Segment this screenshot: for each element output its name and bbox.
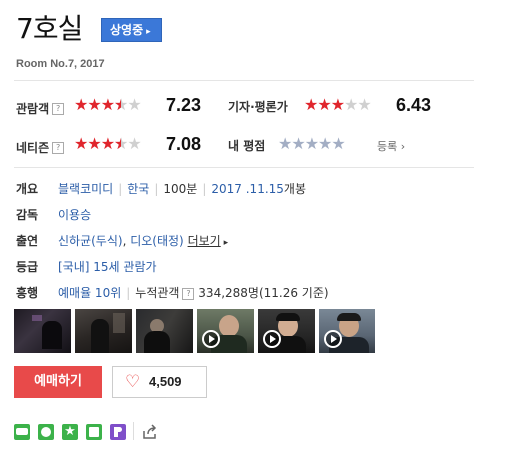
line-icon[interactable]	[86, 424, 102, 440]
netizen-score: 7.08	[166, 134, 202, 154]
divider	[14, 167, 474, 168]
director-link[interactable]: 이용승	[58, 206, 91, 223]
still-thumbnail[interactable]	[14, 309, 71, 353]
divider	[14, 80, 474, 81]
my-rating-stars[interactable]: ★★★★★	[278, 135, 346, 153]
like-count: 4,509	[149, 374, 182, 389]
critics-score: 6.43	[396, 95, 432, 115]
help-icon[interactable]: ?	[52, 102, 65, 115]
divider	[133, 422, 134, 440]
play-icon[interactable]	[202, 330, 220, 348]
star-share-icon[interactable]: ★	[62, 424, 78, 440]
audience-stars: ★★★★ ★	[74, 96, 142, 115]
like-button[interactable]: ♡ 4,509	[112, 366, 207, 398]
grade-values: [국내] 15세 관람가	[58, 258, 157, 275]
reservation-rank-link[interactable]: 예매율 10위	[58, 286, 121, 300]
help-icon[interactable]: ?	[182, 287, 195, 300]
netizen-rating: 네티즌?	[16, 137, 65, 156]
audience-rating: 관람객?	[16, 98, 65, 117]
boxoffice-values: 예매율 10위 | 누적관객? 334,288명(11.26 기준)	[58, 286, 329, 300]
chevron-right-icon: ▸	[146, 27, 151, 37]
director-label: 감독	[16, 208, 39, 222]
video-thumbnail[interactable]	[197, 309, 254, 353]
cast-label: 출연	[16, 234, 39, 248]
grade-label: 등급	[16, 260, 39, 274]
share-out-icon[interactable]	[142, 424, 158, 440]
status-badge-label: 상영중	[110, 23, 144, 37]
buy-ticket-button[interactable]: 예매하기	[14, 366, 102, 398]
cast-values: 신하균(두식), 디오(태정) 더보기 ▸	[58, 234, 229, 248]
netizen-rating-label: 네티즌	[16, 141, 50, 155]
genre-link[interactable]: 블랙코미디	[58, 182, 113, 196]
country-link[interactable]: 한국	[127, 182, 149, 196]
boxoffice-label: 흥행	[16, 286, 39, 300]
heart-icon: ♡	[125, 372, 141, 392]
my-rating-label: 내 평점	[228, 139, 266, 153]
audience-score: 7.23	[166, 95, 202, 115]
movie-title: 7호실	[16, 12, 83, 45]
overview-label: 개요	[16, 182, 39, 196]
movie-subtitle: Room No.7, 2017	[16, 58, 105, 70]
play-icon[interactable]	[324, 330, 342, 348]
still-thumbnail[interactable]	[75, 309, 132, 353]
runtime: 100분	[163, 182, 198, 196]
critics-rating-label: 기자·평론가	[228, 100, 288, 114]
chevron-right-icon: ▸	[220, 238, 229, 248]
band-icon[interactable]	[38, 424, 54, 440]
release-suffix: 개봉	[283, 182, 307, 196]
overview-values: 블랙코미디 | 한국 | 100분 | 2017 .11.15개봉	[58, 182, 307, 196]
status-badge[interactable]: 상영중 ▸	[101, 18, 162, 42]
critics-stars: ★★★★★	[304, 95, 372, 114]
actor-link[interactable]: 디오(태정)	[130, 234, 184, 248]
chevron-right-icon: ›	[400, 140, 406, 153]
help-icon[interactable]: ?	[52, 141, 65, 154]
rating-register-link[interactable]: 등록 ›	[377, 138, 405, 154]
kakao-icon[interactable]	[110, 424, 126, 440]
more-cast-link[interactable]: 더보기	[188, 234, 221, 248]
cumulative-label: 누적관객	[135, 286, 180, 300]
video-thumbnail[interactable]	[319, 309, 375, 353]
blog-icon[interactable]	[14, 424, 30, 440]
video-thumbnail[interactable]	[258, 309, 315, 353]
release-date-link[interactable]: 2017 .11.15	[211, 182, 284, 196]
rating-register-label: 등록	[377, 140, 398, 153]
audience-rating-label: 관람객	[16, 102, 50, 116]
grade-prefix[interactable]: [국내]	[58, 260, 89, 274]
cumulative-value: 334,288명(11.26 기준)	[198, 286, 329, 300]
still-thumbnail[interactable]	[136, 309, 193, 353]
play-icon[interactable]	[263, 330, 281, 348]
netizen-stars: ★★★★ ★	[74, 135, 142, 154]
grade-link[interactable]: 15세 관람가	[93, 260, 156, 274]
actor-link[interactable]: 신하균(두식)	[58, 234, 123, 248]
